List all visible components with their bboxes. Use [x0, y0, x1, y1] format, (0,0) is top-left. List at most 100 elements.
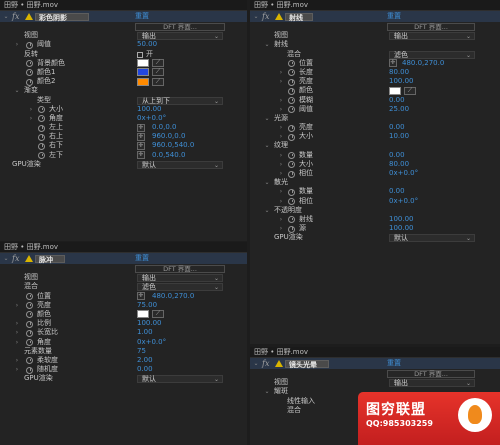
prop-row[interactable]: › 阈值 50.00 — [0, 40, 247, 49]
collapse-chevron-icon[interactable]: ⌄ — [264, 114, 270, 123]
prop-row[interactable]: 右上 ✛ 960.0,0.0 — [0, 132, 247, 141]
expand-arrow-icon[interactable]: › — [278, 68, 284, 77]
prop-row[interactable]: › 亮度 0.00 — [250, 123, 500, 132]
prop-value[interactable]: 100.00 — [137, 319, 162, 328]
collapse-chevron-icon[interactable]: ⌄ — [264, 387, 270, 396]
collapse-chevron-icon[interactable]: ⌄ — [253, 358, 259, 369]
group-row[interactable]: ⌄ 光源 — [250, 114, 500, 123]
effect-name[interactable]: 彩色阴影 — [35, 12, 89, 22]
prop-value[interactable]: 0x+0.0° — [137, 114, 166, 123]
stopwatch-icon[interactable] — [26, 60, 33, 68]
prop-row[interactable]: › 长度 80.00 — [250, 68, 500, 77]
prop-value[interactable]: 0.00 — [137, 365, 153, 374]
prop-row[interactable]: › 柔软度 2.00 — [0, 356, 247, 365]
prop-row[interactable]: › 源 100.00 — [250, 224, 500, 233]
prop-row[interactable]: 颜色 ⟋ — [0, 310, 247, 319]
stopwatch-icon[interactable] — [26, 293, 33, 301]
collapse-chevron-icon[interactable]: ⌄ — [264, 206, 270, 215]
prop-row[interactable]: GPU渲染 默认 ⌄ — [0, 160, 247, 169]
prop-row[interactable]: › 角度 0x+0.0° — [0, 338, 247, 347]
prop-row[interactable]: 左上 ✛ 0.0,0.0 — [0, 123, 247, 132]
prop-row[interactable]: 右下 ✛ 960.0,540.0 — [0, 141, 247, 150]
color-swatch[interactable] — [389, 86, 401, 95]
stopwatch-icon[interactable] — [288, 124, 295, 132]
stopwatch-icon[interactable] — [288, 216, 295, 224]
prop-row[interactable]: 位置 ✛ 480.0,270.0 — [0, 292, 247, 301]
type-dropdown[interactable]: 从上到下 ⌄ — [137, 96, 223, 105]
reset-button[interactable]: 重置 — [135, 253, 149, 264]
prop-value[interactable]: 75 — [137, 347, 146, 356]
prop-row[interactable]: › 比例 100.00 — [0, 319, 247, 328]
collapse-chevron-icon[interactable]: ⌄ — [264, 141, 270, 150]
prop-row[interactable]: › 角度 0x+0.0° — [0, 114, 247, 123]
prop-row[interactable]: 颜色2 ⟋ — [0, 77, 247, 86]
prop-row[interactable]: › 数量 0.00 — [250, 151, 500, 160]
prop-row[interactable]: › 数量 0.00 — [250, 187, 500, 196]
prop-value[interactable]: 2.00 — [137, 356, 153, 365]
crosshair-icon[interactable]: ✛ — [137, 151, 145, 160]
stopwatch-icon[interactable] — [288, 60, 295, 68]
crosshair-icon[interactable]: ✛ — [137, 132, 145, 141]
prop-row[interactable]: › 相位 0x+0.0° — [250, 197, 500, 206]
reset-button[interactable]: 重置 — [387, 11, 401, 22]
crosshair-icon[interactable]: ✛ — [137, 123, 145, 132]
expand-arrow-icon[interactable]: › — [14, 301, 20, 310]
prop-row[interactable]: › 模糊 0.00 — [250, 96, 500, 105]
gpu-dropdown[interactable]: 默认 ⌄ — [137, 375, 223, 384]
expand-arrow-icon[interactable]: › — [278, 169, 284, 178]
stopwatch-icon[interactable] — [38, 106, 45, 114]
expand-arrow-icon[interactable]: › — [14, 356, 20, 365]
collapse-chevron-icon[interactable]: ⌄ — [253, 11, 259, 22]
collapse-chevron-icon[interactable]: ⌄ — [3, 253, 9, 264]
prop-row[interactable]: › 长宽比 1.00 — [0, 328, 247, 337]
expand-arrow-icon[interactable]: › — [278, 105, 284, 114]
stopwatch-icon[interactable] — [288, 133, 295, 141]
color-swatch[interactable] — [137, 77, 149, 86]
expand-arrow-icon[interactable]: › — [278, 215, 284, 224]
expand-arrow-icon[interactable]: › — [278, 224, 284, 233]
reset-button[interactable]: 重置 — [387, 358, 401, 369]
prop-value[interactable]: 0x+0.0° — [137, 338, 166, 347]
fx-toggle[interactable]: fx — [12, 253, 19, 264]
stopwatch-icon[interactable] — [26, 339, 33, 346]
crosshair-icon[interactable]: ✛ — [137, 141, 145, 150]
effect-name[interactable]: 镜头光晕 — [285, 359, 329, 369]
expand-arrow-icon[interactable]: › — [278, 160, 284, 169]
eyedropper-icon[interactable]: ⟋ — [152, 59, 164, 68]
expand-arrow-icon[interactable]: › — [14, 365, 20, 374]
eyedropper-icon[interactable]: ⟋ — [152, 68, 164, 77]
stopwatch-icon[interactable] — [38, 142, 45, 150]
prop-value[interactable]: 0.00 — [389, 187, 405, 196]
fx-toggle[interactable]: fx — [262, 358, 269, 369]
prop-value[interactable]: 100.00 — [389, 215, 414, 224]
prop-row[interactable]: 颜色 ⟋ — [250, 86, 500, 95]
group-row[interactable]: ⌄ 散光 — [250, 178, 500, 187]
prop-row[interactable]: › 大小 80.00 — [250, 160, 500, 169]
color-swatch[interactable] — [137, 310, 149, 319]
prop-value[interactable]: 0.00 — [389, 96, 405, 105]
blend-dropdown[interactable]: 滤色 ⌄ — [137, 283, 223, 292]
prop-row[interactable]: 颜色1 ⟋ — [0, 68, 247, 77]
expand-arrow-icon[interactable]: › — [278, 123, 284, 132]
prop-row[interactable]: › 亮度 75.00 — [0, 301, 247, 310]
prop-value[interactable]: 0x+0.0° — [389, 197, 418, 206]
prop-row[interactable]: 视图 输出 ⌄ — [0, 273, 247, 283]
expand-arrow-icon[interactable]: › — [278, 187, 284, 196]
prop-value[interactable]: 0.00 — [389, 151, 405, 160]
gpu-dropdown[interactable]: 默认 ⌄ — [389, 234, 475, 243]
prop-row[interactable]: › 大小 100.00 — [0, 105, 247, 114]
stopwatch-icon[interactable] — [288, 106, 295, 114]
prop-value[interactable]: 75.00 — [137, 301, 157, 310]
stopwatch-icon[interactable] — [26, 78, 33, 86]
stopwatch-icon[interactable] — [288, 152, 295, 160]
view-dropdown[interactable]: 输出 ⌄ — [389, 32, 475, 41]
prop-row[interactable]: 背景颜色 ⟋ — [0, 59, 247, 68]
stopwatch-icon[interactable] — [38, 115, 45, 123]
expand-arrow-icon[interactable]: › — [278, 96, 284, 105]
dft-ui-button[interactable]: DFT 界面... — [387, 23, 475, 31]
prop-row[interactable]: 元素数量 75 — [0, 347, 247, 356]
prop-value[interactable]: 80.00 — [389, 160, 409, 169]
collapse-chevron-icon[interactable]: ⌄ — [3, 11, 9, 22]
prop-row[interactable]: › 射线 100.00 — [250, 215, 500, 224]
prop-row[interactable]: › 阈值 25.00 — [250, 105, 500, 114]
